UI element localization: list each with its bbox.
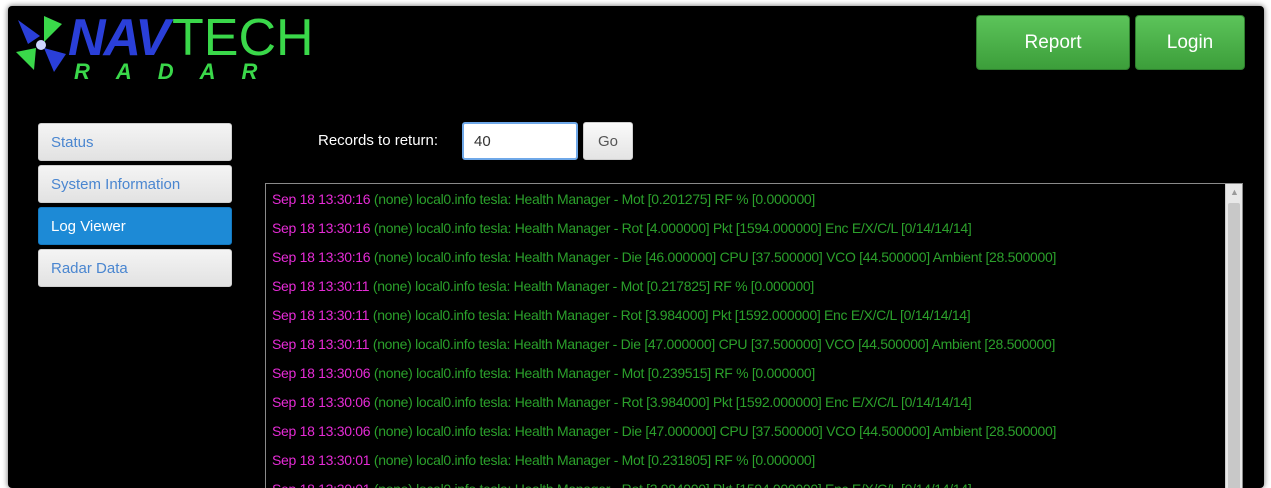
log-timestamp: Sep 18 13:30:11: [272, 278, 370, 294]
navtech-radar-logo[interactable]: NAV TECH RADAR: [14, 9, 314, 90]
sidebar-item-status[interactable]: Status: [38, 123, 232, 161]
log-line: Sep 18 13:30:06 (none) local0.info tesla…: [272, 422, 1218, 451]
log-timestamp: Sep 18 13:30:06: [272, 365, 371, 381]
logo-radar-text: RADAR: [74, 59, 284, 84]
log-message: (none) local0.info tesla: Health Manager…: [373, 249, 1057, 265]
login-button[interactable]: Login: [1135, 15, 1245, 70]
scrollbar-thumb[interactable]: [1228, 203, 1240, 488]
app-window: NAV TECH RADAR Report Login Status Syste…: [8, 6, 1264, 488]
log-output-panel[interactable]: Sep 18 13:30:16 (none) local0.info tesla…: [265, 183, 1243, 488]
log-message: (none) local0.info tesla: Health Manager…: [373, 220, 972, 236]
log-scrollbar[interactable]: ▲: [1225, 184, 1242, 488]
log-message: (none) local0.info tesla: Health Manager…: [372, 307, 971, 323]
report-button[interactable]: Report: [976, 15, 1130, 70]
log-timestamp: Sep 18 13:30:01: [272, 481, 371, 488]
sidebar-item-log-viewer[interactable]: Log Viewer: [38, 207, 232, 245]
scroll-up-arrow-icon[interactable]: ▲: [1226, 184, 1242, 201]
log-message: (none) local0.info tesla: Health Manager…: [373, 452, 816, 468]
log-message: (none) local0.info tesla: Health Manager…: [373, 191, 816, 207]
log-timestamp: Sep 18 13:30:16: [272, 191, 371, 207]
records-to-return-label: Records to return:: [318, 132, 439, 149]
log-timestamp: Sep 18 13:30:16: [272, 220, 371, 236]
go-button[interactable]: Go: [583, 122, 633, 160]
log-lines: Sep 18 13:30:16 (none) local0.info tesla…: [272, 190, 1218, 488]
log-message: (none) local0.info tesla: Health Manager…: [373, 365, 816, 381]
sidebar-nav: Status System Information Log Viewer Rad…: [38, 123, 232, 291]
sidebar-item-system-information[interactable]: System Information: [38, 165, 232, 203]
log-timestamp: Sep 18 13:30:11: [272, 307, 370, 323]
log-message: (none) local0.info tesla: Health Manager…: [373, 423, 1057, 439]
log-message: (none) local0.info tesla: Health Manager…: [373, 394, 972, 410]
log-line: Sep 18 13:30:11 (none) local0.info tesla…: [272, 306, 1218, 335]
logo-tech-text: TECH: [172, 9, 314, 67]
log-line: Sep 18 13:30:06 (none) local0.info tesla…: [272, 364, 1218, 393]
log-line: Sep 18 13:30:01 (none) local0.info tesla…: [272, 480, 1218, 488]
navtech-propeller-logo-icon: [16, 16, 66, 72]
log-line: Sep 18 13:30:16 (none) local0.info tesla…: [272, 190, 1218, 219]
log-line: Sep 18 13:30:11 (none) local0.info tesla…: [272, 277, 1218, 306]
log-line: Sep 18 13:30:06 (none) local0.info tesla…: [272, 393, 1218, 422]
log-line: Sep 18 13:30:11 (none) local0.info tesla…: [272, 335, 1218, 364]
log-timestamp: Sep 18 13:30:11: [272, 336, 370, 352]
log-timestamp: Sep 18 13:30:16: [272, 249, 371, 265]
logo-nav-text: NAV: [68, 9, 170, 67]
log-line: Sep 18 13:30:16 (none) local0.info tesla…: [272, 219, 1218, 248]
log-message: (none) local0.info tesla: Health Manager…: [374, 481, 972, 488]
sidebar-item-radar-data[interactable]: Radar Data: [38, 249, 232, 287]
log-line: Sep 18 13:30:01 (none) local0.info tesla…: [272, 451, 1218, 480]
log-timestamp: Sep 18 13:30:06: [272, 423, 371, 439]
log-timestamp: Sep 18 13:30:01: [272, 452, 371, 468]
log-message: (none) local0.info tesla: Health Manager…: [372, 278, 814, 294]
log-message: (none) local0.info tesla: Health Manager…: [372, 336, 1056, 352]
log-line: Sep 18 13:30:16 (none) local0.info tesla…: [272, 248, 1218, 277]
records-count-input[interactable]: [462, 122, 578, 160]
log-timestamp: Sep 18 13:30:06: [272, 394, 371, 410]
